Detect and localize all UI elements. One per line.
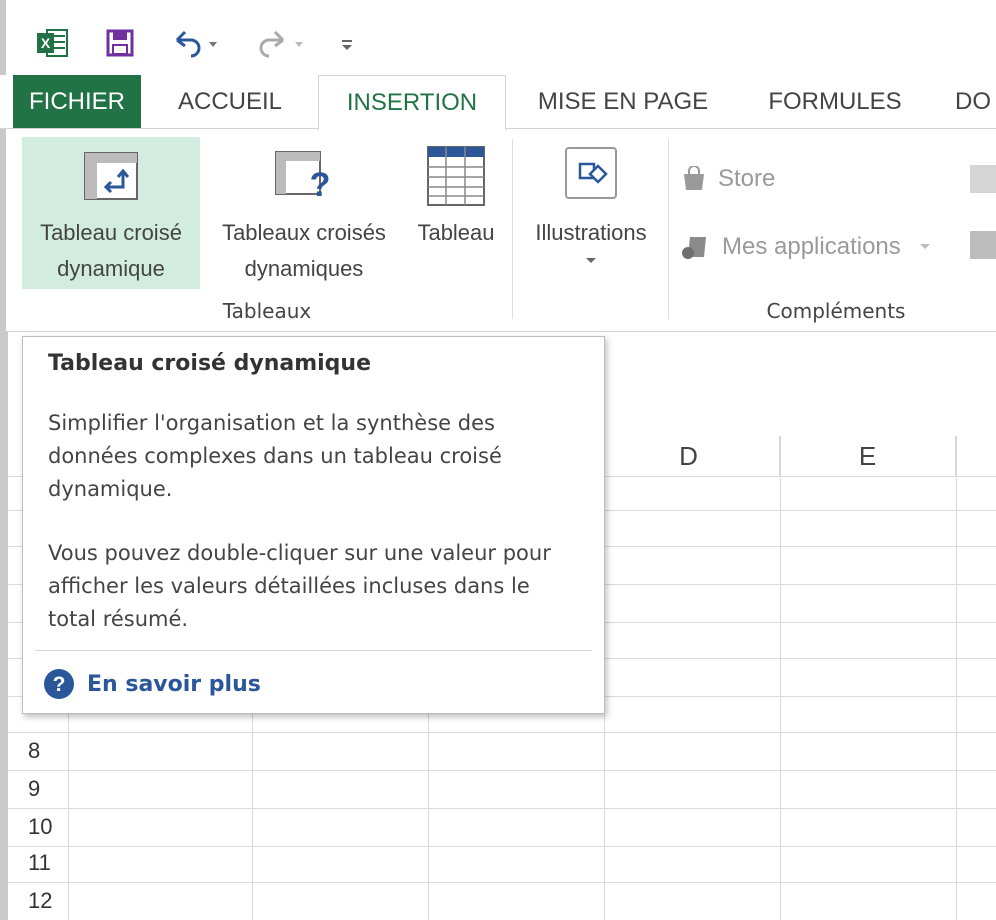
ribbon-insertion: Tableau croisé dynamique ? Tableaux croi…: [0, 129, 996, 332]
store-label: Store: [718, 165, 776, 192]
grid-line: [956, 436, 957, 920]
row-header-11[interactable]: 11: [28, 850, 68, 876]
recommended-pivot-label-line1: Tableaux croisés: [222, 220, 386, 245]
column-header-d[interactable]: D: [598, 436, 780, 476]
learn-more-label: En savoir plus: [87, 671, 261, 697]
my-apps-dropdown-icon[interactable]: [919, 243, 931, 251]
grid-line: [8, 732, 996, 733]
tab-mise-en-page[interactable]: MISE EN PAGE: [518, 75, 728, 129]
tab-formules[interactable]: FORMULES: [750, 75, 920, 129]
help-icon: ?: [43, 668, 75, 700]
tab-insertion[interactable]: INSERTION: [318, 75, 506, 130]
tooltip-title: Tableau croisé dynamique: [48, 351, 372, 376]
ribbon-tabs: FICHIER ACCUEIL INSERTION MISE EN PAGE F…: [0, 75, 996, 130]
tab-donnees[interactable]: DO: [955, 75, 996, 129]
recommended-pivot-icon: ?: [204, 137, 404, 215]
pivot-table-button[interactable]: Tableau croisé dynamique: [22, 137, 200, 289]
column-header-e[interactable]: E: [780, 436, 956, 476]
grid-line: [8, 846, 996, 847]
excel-icon: X: [34, 25, 70, 61]
illustrations-label: Illustrations: [535, 220, 647, 245]
my-apps-label: Mes applications: [722, 233, 901, 260]
grid-line: [8, 882, 996, 883]
grid-line: [428, 712, 429, 920]
row-header-10[interactable]: 10: [28, 814, 68, 840]
row-header-9[interactable]: 9: [28, 776, 68, 802]
tab-accueil[interactable]: ACCUEIL: [150, 75, 310, 129]
recommended-pivot-label-line2: dynamiques: [244, 256, 364, 281]
learn-more-link[interactable]: ? En savoir plus: [43, 668, 261, 700]
tooltip-description: Simplifier l'organisation et la synthèse…: [48, 411, 502, 501]
grid-line: [8, 770, 996, 771]
table-icon: [404, 137, 508, 215]
illustrations-button[interactable]: Illustrations: [518, 137, 664, 289]
save-icon[interactable]: [102, 25, 138, 61]
recommended-pivot-tables-button[interactable]: ? Tableaux croisés dynamiques: [204, 137, 404, 289]
my-apps-icon: [680, 233, 712, 261]
redo-icon[interactable]: [252, 25, 312, 61]
bing-maps-icon[interactable]: [970, 165, 996, 193]
group-label-complements: Compléments: [766, 299, 906, 323]
illustrations-dropdown-icon: [518, 251, 664, 265]
pivot-table-label-line2: dynamique: [57, 256, 165, 281]
store-button[interactable]: Store: [680, 159, 775, 199]
row-header-12[interactable]: 12: [28, 888, 68, 914]
svg-text:X: X: [41, 35, 51, 51]
tooltip-divider: [35, 650, 592, 651]
power-view-icon[interactable]: [970, 231, 996, 259]
group-separator: [668, 139, 669, 319]
grid-line: [8, 808, 996, 809]
pivot-table-icon: [22, 137, 200, 215]
group-label-tableaux: Tableaux: [222, 299, 312, 323]
grid-line: [252, 712, 253, 920]
store-icon: [680, 166, 708, 192]
grid-line: [780, 436, 781, 920]
tab-fichier[interactable]: FICHIER: [13, 75, 141, 129]
svg-text:?: ?: [53, 673, 66, 696]
undo-icon[interactable]: [166, 25, 226, 61]
pivot-table-label-line1: Tableau croisé: [40, 220, 182, 245]
table-label: Tableau: [417, 220, 495, 245]
quick-access-toolbar: X: [0, 0, 996, 75]
row-header-8[interactable]: 8: [28, 738, 68, 764]
pivot-table-tooltip: Tableau croisé dynamique Simplifier l'or…: [22, 336, 605, 714]
tooltip-hint: Vous pouvez double-cliquer sur une valeu…: [48, 541, 551, 631]
table-button[interactable]: Tableau: [404, 137, 508, 289]
illustrations-icon: [518, 137, 664, 209]
group-separator: [512, 139, 513, 319]
customize-icon[interactable]: [332, 25, 362, 61]
my-apps-button[interactable]: Mes applications: [680, 227, 931, 267]
svg-text:?: ?: [310, 166, 331, 204]
